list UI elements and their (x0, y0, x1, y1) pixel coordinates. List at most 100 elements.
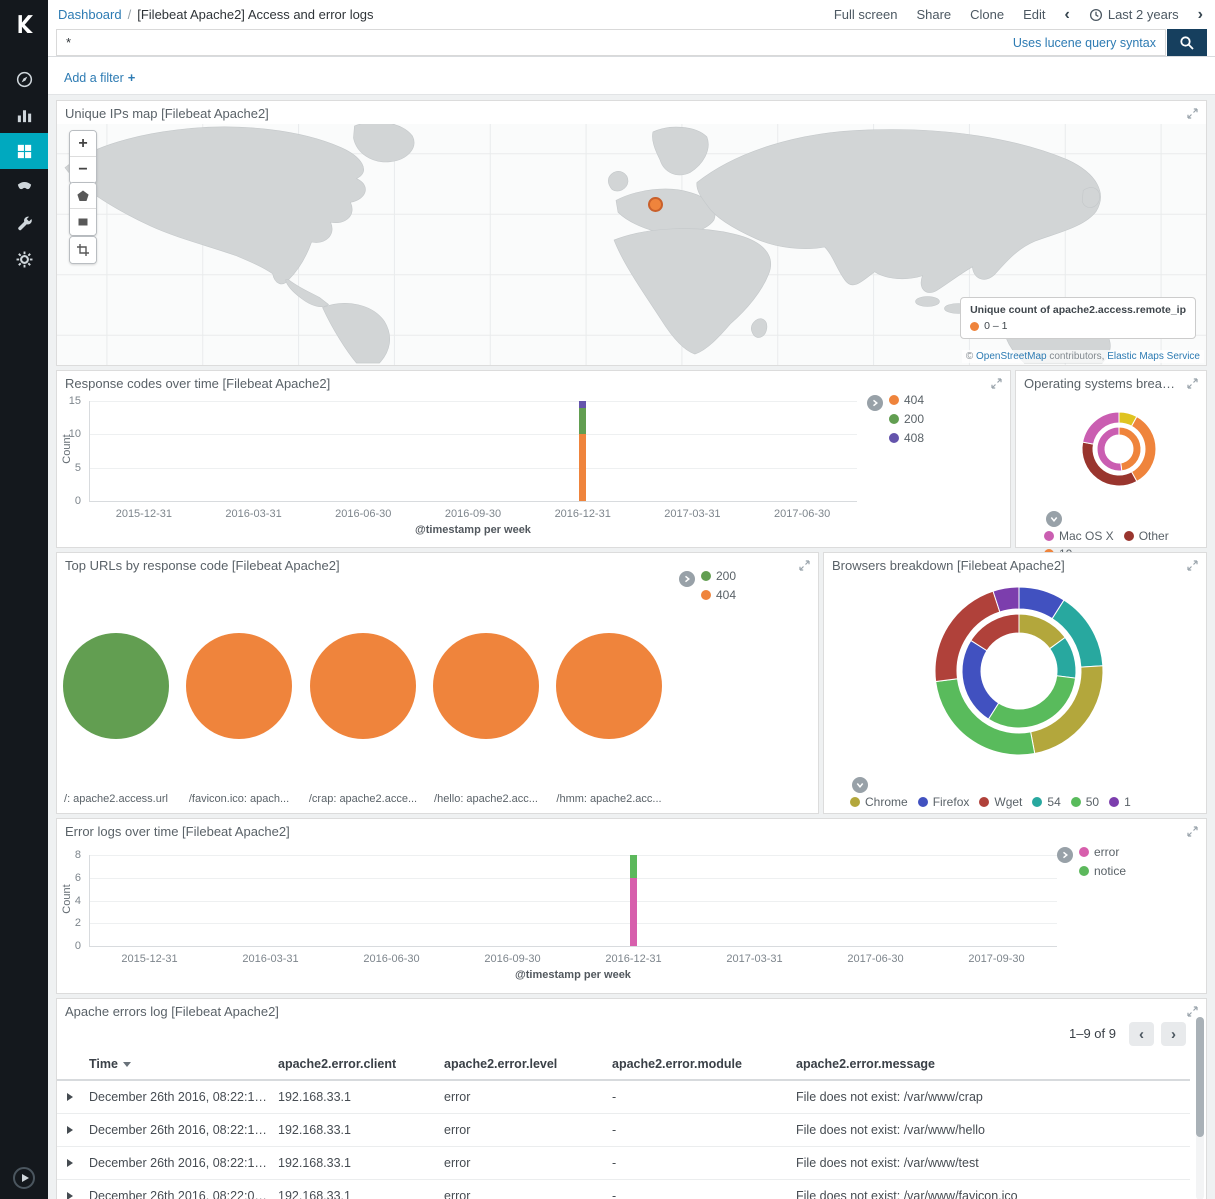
sidebar-item-dashboard[interactable] (0, 133, 48, 169)
errors-table-wrap: Time apache2.error.client apache2.error.… (57, 1049, 1190, 1199)
sidebar-item-timelion[interactable] (0, 169, 48, 205)
world-map[interactable]: + − Unique count of apache2.access.remot… (57, 124, 1206, 365)
legend-toggle[interactable] (1057, 847, 1073, 863)
time-forward-button[interactable]: › (1198, 7, 1203, 23)
gridline (89, 401, 857, 402)
time-back-button[interactable]: ‹ (1065, 7, 1070, 23)
pie-chart[interactable] (433, 633, 539, 739)
legend-toggle[interactable] (867, 395, 883, 411)
legend-toggle[interactable] (679, 571, 695, 587)
map-zoom-out-button[interactable]: − (70, 157, 96, 183)
row-expand-button[interactable] (57, 1180, 89, 1199)
expand-panel-icon[interactable] (1187, 1004, 1201, 1018)
legend-item-1[interactable]: 1 (1109, 795, 1131, 809)
column-time[interactable]: Time (89, 1049, 278, 1080)
chevron-right-icon: › (1171, 1026, 1176, 1043)
caret-right-icon (67, 1093, 73, 1101)
donut-segment[interactable] (1119, 427, 1141, 471)
map-zoom-in-button[interactable]: + (70, 131, 96, 157)
legend-item-54[interactable]: 54 (1032, 795, 1060, 809)
legend-item-404[interactable]: 404 (889, 393, 924, 407)
scrollbar-thumb[interactable] (1196, 1017, 1204, 1137)
openstreetmap-link[interactable]: OpenStreetMap (976, 351, 1047, 362)
table-row: December 26th 2016, 08:22:13.000192.168.… (57, 1114, 1190, 1147)
bar-segment-200[interactable] (579, 408, 586, 435)
bar-segment-error[interactable] (630, 878, 637, 946)
pie-chart[interactable] (556, 633, 662, 739)
sort-desc-icon (123, 1062, 131, 1067)
y-axis-line (89, 401, 90, 501)
share-button[interactable]: Share (916, 7, 951, 22)
legend-item-50[interactable]: 50 (1071, 795, 1099, 809)
legend-label: 200 (716, 569, 736, 583)
pie-chart[interactable] (63, 633, 169, 739)
panel-title: Unique IPs map [Filebeat Apache2] (65, 106, 1180, 121)
expand-panel-icon[interactable] (1187, 106, 1201, 120)
collapse-nav-button[interactable] (13, 1167, 35, 1189)
legend-label: 404 (904, 393, 924, 407)
search-icon (1179, 35, 1195, 51)
row-expand-button[interactable] (57, 1114, 89, 1147)
kibana-logo[interactable] (0, 0, 48, 48)
legend-item-Other[interactable]: Other (1124, 529, 1169, 543)
bar-segment-404[interactable] (579, 434, 586, 501)
x-axis-tick-label: 2015-12-31 (105, 953, 195, 965)
row-expand-button[interactable] (57, 1147, 89, 1180)
row-expand-button[interactable] (57, 1080, 89, 1114)
legend-toggle[interactable] (852, 777, 868, 793)
page-next-button[interactable]: › (1161, 1022, 1186, 1046)
column-module: apache2.error.module (612, 1049, 796, 1080)
legend-item-Firefox[interactable]: Firefox (918, 795, 970, 809)
panel-operating-systems: Operating systems breakd... Mac OS XOthe… (1015, 370, 1207, 548)
top-urls-pies: 200404/: apache2.access.url/favicon.ico:… (57, 553, 818, 813)
map-marker[interactable] (648, 197, 663, 212)
bar-segment-notice[interactable] (630, 855, 637, 878)
full-screen-button[interactable]: Full screen (834, 7, 898, 22)
add-filter-link[interactable]: Add a filter+ (64, 70, 135, 85)
time-picker-button[interactable]: Last 2 years (1089, 7, 1179, 22)
sidebar-item-management[interactable] (0, 241, 48, 277)
query-input[interactable] (66, 35, 1001, 50)
legend-swatch (1109, 797, 1119, 807)
x-axis-title: @timestamp per week (473, 969, 673, 981)
breadcrumb-dashboard-link[interactable]: Dashboard (58, 7, 122, 22)
legend-swatch (889, 395, 899, 405)
expand-panel-icon[interactable] (1187, 558, 1201, 572)
map-draw-rectangle-button[interactable] (70, 209, 96, 235)
sidebar-item-dev-tools[interactable] (0, 205, 48, 241)
sidebar-item-discover[interactable] (0, 61, 48, 97)
elastic-maps-service-link[interactable]: Elastic Maps Service (1107, 351, 1200, 362)
x-axis-tick-label: 2016-09-30 (468, 953, 558, 965)
search-button[interactable] (1167, 29, 1207, 56)
bar-chart-icon (15, 106, 34, 125)
legend-item-notice[interactable]: notice (1079, 864, 1126, 878)
legend-item-404[interactable]: 404 (701, 588, 736, 602)
bar-segment-408[interactable] (579, 401, 586, 408)
clone-button[interactable]: Clone (970, 7, 1004, 22)
legend-item-408[interactable]: 408 (889, 431, 924, 445)
legend-swatch (701, 590, 711, 600)
cell-module: - (612, 1147, 796, 1180)
x-axis-line (89, 501, 857, 502)
legend-label: 50 (1086, 795, 1099, 809)
lucene-syntax-link[interactable]: Uses lucene query syntax (1013, 36, 1156, 50)
page-previous-button[interactable]: ‹ (1129, 1022, 1154, 1046)
legend-item-error[interactable]: error (1079, 845, 1126, 859)
pie-chart[interactable] (310, 633, 416, 739)
cell-client: 192.168.33.1 (278, 1147, 444, 1180)
legend-toggle[interactable] (1046, 511, 1062, 527)
legend-item-200[interactable]: 200 (889, 412, 924, 426)
sidebar-item-visualize[interactable] (0, 97, 48, 133)
map-draw-polygon-button[interactable] (70, 183, 96, 209)
edit-button[interactable]: Edit (1023, 7, 1045, 22)
legend-item-Chrome[interactable]: Chrome (850, 795, 908, 809)
legend-item-Wget[interactable]: Wget (979, 795, 1022, 809)
legend-item-200[interactable]: 200 (701, 569, 736, 583)
map-fit-bounds-button[interactable] (70, 237, 96, 263)
cell-message: File does not exist: /var/www/favicon.ic… (796, 1180, 1190, 1199)
scrollbar-track[interactable] (1196, 1017, 1204, 1199)
legend-item-Mac OS X[interactable]: Mac OS X (1044, 529, 1114, 543)
donut-segment[interactable] (1097, 427, 1122, 471)
pie-chart[interactable] (186, 633, 292, 739)
legend-swatch (1124, 531, 1134, 541)
